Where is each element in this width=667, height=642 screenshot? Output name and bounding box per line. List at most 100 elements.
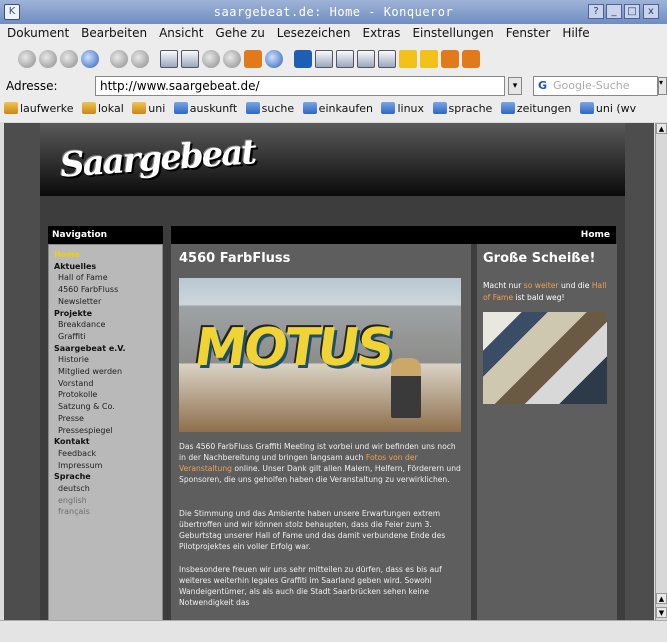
nav-breakdance[interactable]: Breakdance bbox=[54, 319, 162, 331]
menu-einstellungen[interactable]: Einstellungen bbox=[405, 24, 498, 40]
reload-icon[interactable] bbox=[81, 49, 99, 68]
search-input[interactable]: G Google-Suche bbox=[533, 76, 658, 96]
zoom-out-icon[interactable] bbox=[223, 49, 241, 68]
url-input[interactable]: http://www.saargebeat.de/ bbox=[95, 76, 505, 96]
nav-pressespiegel[interactable]: Pressespiegel bbox=[54, 425, 162, 437]
find-icon[interactable] bbox=[181, 49, 199, 68]
title-bar: K saargebeat.de: Home - Konqueror ? _ □ … bbox=[0, 0, 667, 24]
folder-icon bbox=[381, 102, 396, 114]
bookmark-einkaufen[interactable]: einkaufen bbox=[302, 102, 373, 115]
download-icon[interactable] bbox=[265, 49, 283, 68]
menu-bar: Dokument Bearbeiten Ansicht Gehe zu Lesezeic… bbox=[0, 24, 667, 44]
folder-icon bbox=[132, 102, 147, 114]
navigation-menu: Home Aktuelles Hall of Fame 4560 FarbFlu… bbox=[48, 244, 163, 620]
graffiti-character bbox=[391, 358, 421, 418]
search-placeholder: Google-Suche bbox=[553, 79, 630, 92]
window-icon[interactable] bbox=[378, 49, 396, 68]
settings-icon[interactable] bbox=[441, 49, 459, 68]
nav-historie[interactable]: Historie bbox=[54, 354, 162, 366]
menu-extras[interactable]: Extras bbox=[356, 24, 406, 40]
nav-feedback[interactable]: Feedback bbox=[54, 448, 162, 460]
nav-presse[interactable]: Presse bbox=[54, 413, 162, 425]
bookmark-lokal[interactable]: lokal bbox=[81, 102, 124, 115]
scroll-up-arrow[interactable]: ▲ bbox=[656, 123, 667, 134]
nav-section-verein: Saargebeat e.V. bbox=[54, 343, 126, 353]
bookmark-star-icon[interactable] bbox=[399, 49, 417, 68]
nav-lang-english[interactable]: english bbox=[54, 495, 162, 507]
so-weiter-link[interactable]: so weiter bbox=[524, 281, 559, 290]
print-icon[interactable] bbox=[160, 49, 178, 68]
bookmark-suche[interactable]: suche bbox=[245, 102, 295, 115]
nav-lang-francais[interactable]: français bbox=[54, 506, 162, 518]
article-paragraph-2: Die Stimmung und das Ambiente haben unse… bbox=[179, 509, 446, 551]
kde-icon[interactable] bbox=[294, 49, 312, 68]
maximize-window-button[interactable]: □ bbox=[624, 4, 640, 19]
split-view-icon[interactable] bbox=[336, 49, 354, 68]
site-banner: Saargebeat bbox=[40, 123, 625, 196]
close-window-button[interactable]: x bbox=[643, 4, 659, 19]
nav-mitglied-werden[interactable]: Mitglied werden bbox=[54, 366, 162, 378]
top-home-link[interactable]: Home bbox=[171, 226, 616, 244]
menu-lesezeichen[interactable]: Lesezeichen bbox=[270, 24, 356, 40]
address-bar: Adresse: http://www.saargebeat.de/ ▾ G Go… bbox=[0, 74, 667, 98]
menu-hilfe[interactable]: Hilfe bbox=[555, 24, 594, 40]
folder-icon bbox=[500, 102, 515, 114]
bookmark-laufwerke[interactable]: laufwerke bbox=[4, 102, 73, 115]
up-icon[interactable] bbox=[60, 49, 78, 68]
main-toolbar bbox=[0, 44, 667, 74]
zoom-in-icon[interactable] bbox=[202, 49, 220, 68]
trash-photo[interactable] bbox=[483, 312, 607, 404]
bookmark-label: suche bbox=[261, 102, 295, 115]
stop-icon[interactable] bbox=[110, 49, 128, 68]
folder-icon bbox=[173, 102, 188, 114]
security-lock-icon[interactable] bbox=[244, 49, 262, 68]
vertical-scrollbar[interactable]: ▲ ▲ ▼ bbox=[655, 123, 667, 620]
menu-bearbeiten[interactable]: Bearbeiten bbox=[74, 24, 152, 40]
nav-farbfluss[interactable]: 4560 FarbFluss bbox=[54, 284, 162, 296]
bookmark-zeitungen[interactable]: zeitungen bbox=[500, 102, 571, 115]
nav-protokolle[interactable]: Protokolle bbox=[54, 389, 162, 401]
bell-icon[interactable] bbox=[462, 49, 480, 68]
page-body: Navigation Home Aktuelles Hall of Fame 4… bbox=[40, 196, 625, 620]
saargebeat-logo[interactable]: Saargebeat bbox=[59, 132, 256, 186]
sidebar-icon[interactable] bbox=[357, 49, 375, 68]
bookmark-auskunft[interactable]: auskunft bbox=[173, 102, 238, 115]
menu-dokument[interactable]: Dokument bbox=[0, 24, 74, 40]
nav-impressum[interactable]: Impressum bbox=[54, 460, 162, 472]
nav-home-link[interactable]: Home bbox=[54, 249, 162, 261]
add-bookmark-icon[interactable] bbox=[420, 49, 438, 68]
bookmark-uni-wv[interactable]: uni (wv bbox=[579, 102, 636, 115]
side-text-end: ist bald weg! bbox=[513, 293, 565, 302]
bookmark-uni[interactable]: uni bbox=[132, 102, 165, 115]
nav-satzung[interactable]: Satzung & Co. bbox=[54, 401, 162, 413]
menu-fenster[interactable]: Fenster bbox=[499, 24, 556, 40]
help-window-button[interactable]: ? bbox=[588, 4, 604, 19]
view-icon[interactable] bbox=[315, 49, 333, 68]
side-note: Macht nur so weiter und die Hall of Fame… bbox=[483, 280, 611, 304]
bookmark-label: auskunft bbox=[189, 102, 238, 115]
nav-newsletter[interactable]: Newsletter bbox=[54, 296, 162, 308]
folder-icon bbox=[579, 102, 594, 114]
search-dropdown-arrow[interactable]: ▾ bbox=[658, 77, 667, 95]
bookmark-linux[interactable]: linux bbox=[381, 102, 424, 115]
status-bar bbox=[0, 620, 667, 642]
home-icon[interactable] bbox=[131, 49, 149, 68]
nav-vorstand[interactable]: Vorstand bbox=[54, 378, 162, 390]
address-label: Adresse: bbox=[6, 79, 58, 93]
menu-gehe-zu[interactable]: Gehe zu bbox=[208, 24, 269, 40]
nav-hall-of-fame[interactable]: Hall of Fame bbox=[54, 272, 162, 284]
nav-lang-deutsch[interactable]: deutsch bbox=[54, 483, 162, 495]
scroll-down-arrow[interactable]: ▼ bbox=[656, 607, 667, 618]
bookmark-label: linux bbox=[397, 102, 425, 115]
back-icon[interactable] bbox=[18, 49, 36, 68]
nav-section-kontakt: Kontakt bbox=[54, 437, 90, 447]
nav-graffiti[interactable]: Graffiti bbox=[54, 331, 162, 343]
bookmark-sprache[interactable]: sprache bbox=[432, 102, 492, 115]
forward-icon[interactable] bbox=[39, 49, 57, 68]
article-title: 4560 FarbFluss bbox=[179, 251, 291, 266]
menu-ansicht[interactable]: Ansicht bbox=[152, 24, 208, 40]
bookmark-label: laufwerke bbox=[20, 102, 74, 115]
minimize-window-button[interactable]: _ bbox=[606, 4, 622, 19]
url-dropdown-arrow[interactable]: ▾ bbox=[508, 77, 522, 95]
scroll-up-arrow-bottom[interactable]: ▲ bbox=[656, 593, 667, 604]
